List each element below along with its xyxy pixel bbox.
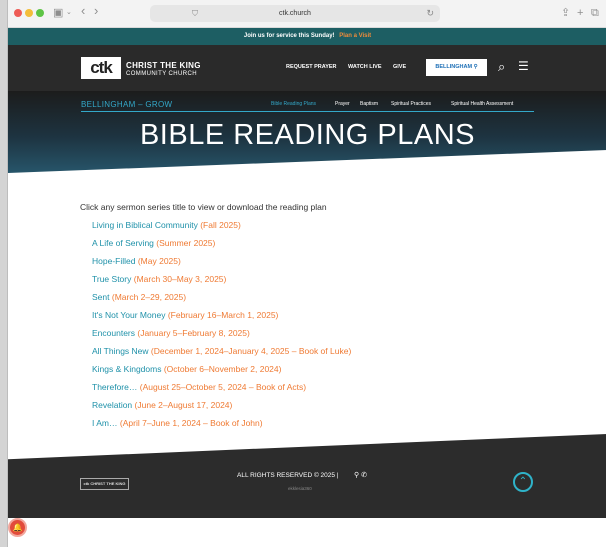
list-item[interactable]: It's Not Your Money (February 16–March 1… <box>92 310 278 320</box>
menu-icon[interactable]: ☰ <box>518 59 529 73</box>
plan-date: (April 7–June 1, 2024 – Book of John) <box>119 418 263 428</box>
chevron-down-icon[interactable]: ⌄ <box>66 6 72 20</box>
plus-icon[interactable]: + <box>577 6 583 20</box>
address-text: ctk.church <box>279 10 311 17</box>
plan-title[interactable]: True Story <box>92 274 131 284</box>
location-button[interactable]: BELLINGHAM ⚲ <box>426 59 487 76</box>
location-label: BELLINGHAM <box>435 64 473 70</box>
reload-icon[interactable]: ↻ <box>426 5 434 22</box>
plan-date: (March 2–29, 2025) <box>111 292 187 302</box>
footer-contact-icons: ⚲ ✆ <box>354 471 367 479</box>
sidebar-icon[interactable]: ▣ <box>53 6 63 20</box>
map-pin-icon[interactable]: ⚲ <box>354 472 359 479</box>
chevron-right-icon[interactable]: › <box>94 4 98 18</box>
subnav-baptism[interactable]: Baptism <box>360 101 378 107</box>
list-item[interactable]: Therefore… (August 25–October 5, 2024 – … <box>92 382 306 392</box>
plan-date: (May 2025) <box>137 256 181 266</box>
list-item[interactable]: Sent (March 2–29, 2025) <box>92 292 186 302</box>
site-header: ctk CHRIST THE KING COMMUNITY CHURCH REQ… <box>8 45 606 91</box>
logo-line-2: COMMUNITY CHURCH <box>126 71 197 77</box>
map-pin-icon: ⚲ <box>473 64 478 70</box>
plan-date: (Fall 2025) <box>200 220 241 230</box>
copyright-text: ALL RIGHTS RESERVED © 2025 | <box>237 472 339 479</box>
phone-icon[interactable]: ✆ <box>361 472 367 479</box>
plan-title[interactable]: Sent <box>92 292 110 302</box>
list-item[interactable]: I Am… (April 7–June 1, 2024 – Book of Jo… <box>92 418 263 428</box>
copyright-label: ALL RIGHTS RESERVED © 2025 <box>237 472 335 479</box>
tabs-icon[interactable]: ⧉ <box>591 6 599 20</box>
list-item[interactable]: Encounters (January 5–February 8, 2025) <box>92 328 250 338</box>
search-icon[interactable]: ⌕ <box>498 59 505 75</box>
logo-text[interactable]: CHRIST THE KING COMMUNITY CHURCH <box>126 61 201 78</box>
minimize-window-button[interactable] <box>25 9 33 17</box>
nav-give[interactable]: GIVE <box>393 64 406 70</box>
browser-window: ▣ ⌄ ‹ › ⛉ ctk.church ↻ ⇪ + ⧉ Join us for… <box>7 0 606 547</box>
chevron-left-icon[interactable]: ‹ <box>81 4 85 18</box>
list-item[interactable]: Hope-Filled (May 2025) <box>92 256 181 266</box>
chevron-up-icon: ⌃ <box>518 476 528 487</box>
plan-date: (March 30–May 3, 2025) <box>133 274 227 284</box>
plan-title[interactable]: I Am… <box>92 418 118 428</box>
page-bottom <box>8 518 606 547</box>
plan-title[interactable]: Hope-Filled <box>92 256 135 266</box>
subnav-prayer[interactable]: Prayer <box>335 101 350 107</box>
notification-bell-icon[interactable]: 🔔 <box>8 518 27 537</box>
announcement-text: Join us for service this Sunday! <box>243 33 335 39</box>
zoom-window-button[interactable] <box>36 9 44 17</box>
list-item[interactable]: Living in Biblical Community (Fall 2025) <box>92 220 241 230</box>
plan-title[interactable]: Therefore… <box>92 382 137 392</box>
plan-visit-link[interactable]: Plan a Visit <box>339 33 371 39</box>
address-bar[interactable]: ⛉ ctk.church ↻ <box>150 5 440 22</box>
nav-watch-live[interactable]: WATCH LIVE <box>348 64 382 70</box>
plan-date: (October 6–November 2, 2024) <box>163 364 282 374</box>
subnav-spiritual-practices[interactable]: Spiritual Practices <box>391 101 431 107</box>
plan-title[interactable]: Kings & Kingdoms <box>92 364 161 374</box>
nav-request-prayer[interactable]: REQUEST PRAYER <box>286 64 337 70</box>
plan-title[interactable]: It's Not Your Money <box>92 310 165 320</box>
list-item[interactable]: Revelation (June 2–August 17, 2024) <box>92 400 232 410</box>
plan-title[interactable]: Revelation <box>92 400 132 410</box>
close-window-button[interactable] <box>14 9 22 17</box>
shield-icon: ⛉ <box>192 9 198 18</box>
list-item[interactable]: Kings & Kingdoms (October 6–November 2, … <box>92 364 281 374</box>
plan-title[interactable]: A Life of Serving <box>92 238 154 248</box>
list-item[interactable]: All Things New (December 1, 2024–January… <box>92 346 351 356</box>
plan-title[interactable]: All Things New <box>92 346 149 356</box>
logo-mark[interactable]: ctk <box>81 57 121 79</box>
plan-date: (August 25–October 5, 2024 – Book of Act… <box>139 382 307 392</box>
breadcrumb[interactable]: BELLINGHAM – GROW <box>81 100 172 109</box>
intro-text: Click any sermon series title to view or… <box>80 202 327 212</box>
share-icon[interactable]: ⇪ <box>561 6 570 20</box>
footer-separator: | <box>336 472 339 479</box>
footer-logo[interactable]: ctk CHRIST THE KING <box>80 478 129 490</box>
browser-toolbar: ▣ ⌄ ‹ › ⛉ ctk.church ↻ ⇪ + ⧉ <box>8 0 606 28</box>
back-to-top-button[interactable]: ⌃ <box>513 472 533 492</box>
subnav-bible-reading-plans[interactable]: Bible Reading Plans <box>271 101 316 107</box>
list-item[interactable]: True Story (March 30–May 3, 2025) <box>92 274 226 284</box>
page-title: BIBLE READING PLANS <box>139 119 476 151</box>
platform-credit[interactable]: ekklesia360 <box>288 486 312 491</box>
list-item[interactable]: A Life of Serving (Summer 2025) <box>92 238 215 248</box>
plan-title[interactable]: Living in Biblical Community <box>92 220 198 230</box>
hero-divider <box>81 111 534 112</box>
plan-date: (January 5–February 8, 2025) <box>137 328 250 338</box>
logo-line-1: CHRIST THE KING <box>126 61 201 70</box>
plan-date: (February 16–March 1, 2025) <box>167 310 279 320</box>
plan-date: (June 2–August 17, 2024) <box>134 400 233 410</box>
subnav-spiritual-health-assessment[interactable]: Spiritual Health Assessment <box>451 101 513 107</box>
announcement-bar: Join us for service this Sunday! Plan a … <box>8 28 606 45</box>
plan-date: (Summer 2025) <box>156 238 216 248</box>
plan-date: (December 1, 2024–January 4, 2025 – Book… <box>150 346 352 356</box>
plan-title[interactable]: Encounters <box>92 328 135 338</box>
